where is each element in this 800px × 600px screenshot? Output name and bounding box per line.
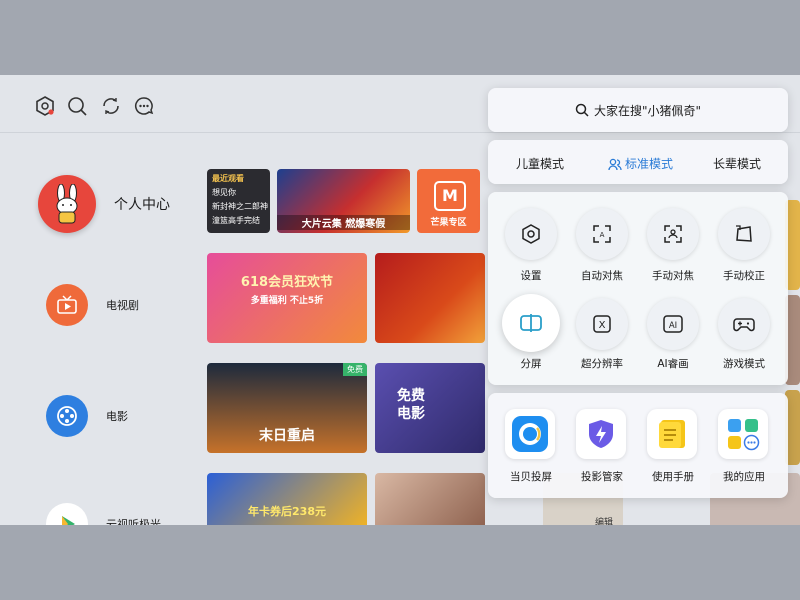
nav-profile-label: 个人中心: [114, 197, 170, 213]
nav-cloud-label: 云视听极光: [106, 518, 161, 525]
tile-doomsday[interactable]: 免费 末日重启: [207, 363, 367, 453]
autofocus-icon: A: [593, 225, 611, 243]
tile-recent[interactable]: 最近观看 想见你 新封神之二郎神 潼篮高手完结: [207, 169, 270, 233]
super-resolution-icon: X: [593, 315, 611, 333]
free-badge: 免费: [343, 363, 367, 376]
quick-autofocus-button[interactable]: A: [576, 208, 628, 260]
film-reel-icon: [46, 395, 88, 437]
shield-bolt-icon: [589, 420, 613, 448]
tile-618-promo[interactable]: 618会员狂欢节 多重福利 不止5折: [207, 253, 367, 343]
refresh-icon[interactable]: [100, 95, 122, 117]
app-dangbei-cast-label: 当贝投屏: [510, 471, 552, 483]
nav-movie-label: 电影: [106, 410, 128, 423]
recent-title: 最近观看: [212, 174, 244, 183]
quick-game-mode-button[interactable]: [718, 298, 770, 350]
dangbei-cast-icon: [512, 416, 548, 452]
mode-standard-label: 标准模式: [625, 157, 674, 171]
search-suggestion-text: 大家在搜"小猪佩奇": [593, 103, 702, 118]
play-triangle-icon: [46, 503, 88, 525]
tile-blockbuster[interactable]: 大片云集 燃爆寒假: [277, 169, 410, 233]
top-divider: [0, 132, 800, 133]
apps-row: 当贝投屏 投影管家 使用手册 我的应用: [488, 393, 788, 498]
recent-item-2: 新封神之二郎神: [212, 202, 268, 211]
free-movie-caption: 免费 电影: [397, 388, 425, 422]
recent-item-3: 潼篮高手完结: [212, 216, 260, 225]
svg-text:AI: AI: [669, 321, 677, 331]
app-user-manual-label: 使用手册: [652, 471, 694, 483]
nav-profile[interactable]: 个人中心: [38, 175, 170, 233]
quick-manual-focus-label: 手动对焦: [652, 270, 694, 282]
app-grid-icon: [728, 419, 760, 451]
promo-618-title: 618会员狂欢节: [240, 275, 334, 290]
edit-caption: 编辑: [595, 518, 614, 525]
app-my-apps[interactable]: [718, 409, 768, 459]
quick-settings-grid: A 设置 自动对焦 手动对焦 手动校正 X AI 分屏 超分辨率 AI睿画 游戏…: [488, 192, 788, 385]
tile-free-movie[interactable]: 免费 电影: [375, 363, 485, 453]
app-dangbei-cast[interactable]: [505, 409, 555, 459]
quick-manual-correct-button[interactable]: [718, 208, 770, 260]
quick-ai-picture-button[interactable]: AI: [647, 298, 699, 350]
nav-tv-series[interactable]: 电视剧: [46, 284, 139, 326]
quick-ai-picture-label: AI睿画: [657, 358, 689, 370]
blockbuster-caption: 大片云集 燃爆寒假: [277, 215, 410, 230]
tile-drama-poster[interactable]: [375, 473, 485, 525]
svip-caption: 年卡券后238元: [248, 505, 326, 518]
tile-mango[interactable]: M 芒果专区: [417, 169, 480, 233]
search-icon[interactable]: [66, 95, 88, 117]
app-projector-manager[interactable]: [576, 409, 626, 459]
gamepad-icon: [733, 318, 755, 332]
app-projector-manager-label: 投影管家: [581, 471, 623, 483]
app-my-apps-label: 我的应用: [723, 471, 765, 483]
ai-picture-icon: AI: [663, 315, 683, 333]
recent-item-1: 想见你: [212, 188, 236, 197]
quick-autofocus-label: 自动对焦: [581, 270, 623, 282]
mango-logo-icon: M: [434, 181, 466, 211]
tile-red-drama[interactable]: [375, 253, 485, 343]
quick-super-resolution-button[interactable]: X: [576, 298, 628, 350]
tile-svip[interactable]: 年卡券后238元: [207, 473, 367, 525]
quick-manual-focus-button[interactable]: [647, 208, 699, 260]
quick-settings-button[interactable]: [505, 208, 557, 260]
mango-caption: 芒果专区: [430, 218, 467, 228]
quick-settings-label: 设置: [520, 270, 542, 282]
quick-split-screen-label: 分屏: [520, 358, 542, 370]
mode-elder[interactable]: 长辈模式: [713, 155, 761, 172]
mode-kids[interactable]: 儿童模式: [516, 155, 564, 172]
search-icon: [575, 103, 589, 117]
manual-focus-icon: [664, 225, 682, 243]
quick-manual-correct-label: 手动校正: [723, 270, 765, 282]
svg-text:X: X: [599, 320, 606, 331]
quick-split-screen-button[interactable]: [502, 294, 560, 352]
promo-618-sub: 多重福利 不止5折: [250, 296, 324, 306]
mode-selector: 儿童模式 标准模式 长辈模式: [488, 140, 788, 184]
svg-text:A: A: [600, 231, 605, 239]
keystone-correct-icon: [736, 225, 752, 242]
split-screen-icon: [520, 314, 542, 332]
tv-icon: [46, 284, 88, 326]
users-icon: [608, 158, 622, 171]
nav-tv-label: 电视剧: [106, 299, 139, 312]
quick-super-resolution-label: 超分辨率: [581, 358, 623, 370]
search-suggestion-bar[interactable]: 大家在搜"小猪佩奇": [488, 88, 788, 132]
message-icon[interactable]: [133, 95, 155, 117]
settings-hex-icon[interactable]: [34, 95, 56, 117]
doomsday-caption: 末日重启: [259, 428, 315, 444]
manual-book-icon: [659, 420, 685, 448]
quick-game-mode-label: 游戏模式: [723, 358, 765, 370]
hexagon-settings-icon: [522, 224, 540, 244]
mode-standard[interactable]: 标准模式: [608, 155, 673, 172]
nav-cloud[interactable]: 云视听极光: [46, 503, 161, 525]
rabbit-avatar-icon: [38, 175, 96, 233]
app-user-manual[interactable]: [647, 409, 697, 459]
nav-movie[interactable]: 电影: [46, 395, 128, 437]
